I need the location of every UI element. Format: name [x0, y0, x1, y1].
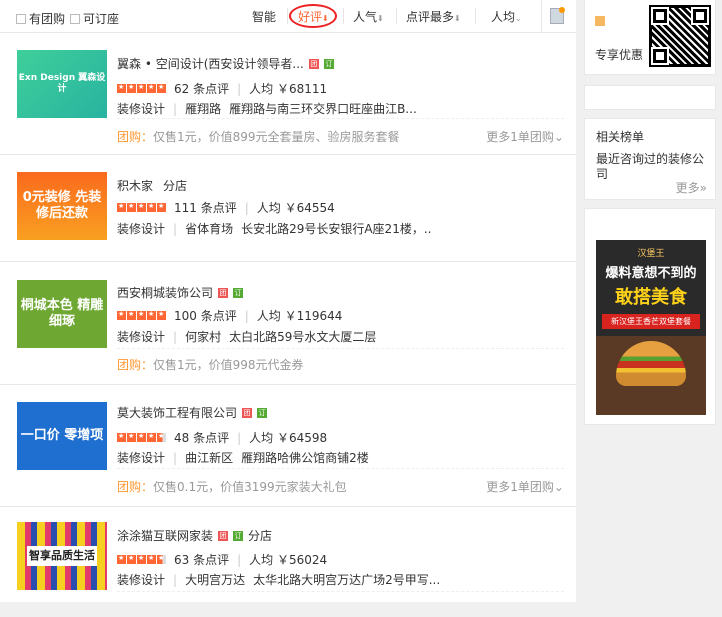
- divider: [343, 8, 344, 24]
- related-rankings-card: 相关榜单 最近咨询过的装修公司 更多»: [584, 118, 716, 200]
- star-rating: [117, 554, 166, 564]
- shop-address: 雁翔路哈佛公馆商铺2楼: [241, 451, 369, 465]
- shop-category[interactable]: 装修设计: [117, 449, 165, 466]
- star-rating: [117, 83, 166, 93]
- booking-badge-icon: 订: [233, 530, 244, 541]
- shop-address: 长安北路29号长安银行A座21楼，..: [241, 222, 432, 236]
- booking-badge-icon: 订: [257, 407, 268, 418]
- arrow-down-icon: ⬇: [377, 14, 384, 23]
- empty-card: [584, 85, 716, 110]
- divider: [287, 8, 288, 24]
- group-buy-badge-icon: 团: [218, 287, 229, 298]
- avg-price: 人均 ￥64598: [249, 431, 328, 445]
- map-icon[interactable]: [550, 7, 565, 24]
- sort-most-reviews[interactable]: 点评最多⬇: [406, 8, 461, 25]
- shop-category[interactable]: 装修设计: [117, 571, 165, 588]
- chevron-down-icon: ⌄: [515, 14, 522, 23]
- shop-item: 0元装修 先装修后还款 积木家分店 111 条点评|人均 ￥64554 装修设计…: [0, 155, 576, 262]
- shop-title[interactable]: 莫大装饰工程有限公司: [117, 404, 237, 421]
- more-deals-button[interactable]: 更多1单团购⌄: [486, 478, 564, 495]
- branch-link[interactable]: 分店: [248, 527, 272, 544]
- group-buy-checkbox[interactable]: 有团购: [16, 10, 65, 27]
- burger-image: [616, 341, 686, 386]
- arrow-down-icon: ⬇: [454, 14, 461, 23]
- more-deals-button[interactable]: 更多1单团购⌄: [486, 128, 564, 145]
- group-buy-badge-icon: 团: [242, 407, 253, 418]
- bookable-checkbox[interactable]: 可订座: [70, 10, 119, 27]
- shop-title[interactable]: 涂涂猫互联网家装: [117, 527, 213, 544]
- divider: [117, 118, 564, 119]
- shop-item: 桐城本色 精雕细琢 西安桐城装饰公司团订 100 条点评|人均 ￥119644 …: [0, 262, 576, 385]
- review-count[interactable]: 62 条点评: [174, 80, 229, 97]
- shop-thumbnail[interactable]: 智享品质生活: [17, 522, 107, 590]
- avg-price: 人均 ￥119644: [256, 309, 343, 323]
- shop-category[interactable]: 装修设计: [117, 328, 165, 345]
- star-rating: [117, 432, 166, 442]
- shop-thumbnail[interactable]: 桐城本色 精雕细琢: [17, 280, 107, 348]
- booking-badge-icon: 订: [323, 58, 334, 69]
- group-buy-badge-icon: 团: [308, 58, 319, 69]
- burger-king-ad[interactable]: 汉堡王 爆料意想不到的 敢搭美食 新汉堡王香芒双堡套餐: [596, 240, 706, 415]
- ranking-link[interactable]: 最近咨询过的装修公司: [596, 152, 711, 182]
- checkbox-icon: [70, 13, 80, 24]
- shop-title[interactable]: 西安桐城装饰公司: [117, 284, 213, 301]
- star-rating: [117, 202, 166, 212]
- shop-item: Exn Design 翼森设计 翼森 • 空间设计(西安设计领导者... 团订 6…: [0, 33, 576, 155]
- group-buy-badge-icon: 团: [218, 530, 229, 541]
- promo-icon: [595, 16, 605, 26]
- exclusive-offer-label: 专享优惠: [595, 48, 644, 62]
- avg-price: 人均 ￥56024: [249, 553, 328, 567]
- sort-popularity[interactable]: 人气⬇: [353, 8, 384, 25]
- shop-thumbnail[interactable]: Exn Design 翼森设计: [17, 50, 107, 118]
- shop-item: 一口价 零增项 莫大装饰工程有限公司团订 48 条点评|人均 ￥64598 装修…: [0, 385, 576, 507]
- review-count[interactable]: 48 条点评: [174, 429, 229, 446]
- booking-badge-icon: 订: [233, 287, 244, 298]
- divider: [117, 468, 564, 469]
- shop-area[interactable]: 省体育场: [185, 220, 233, 237]
- shop-area[interactable]: 曲江新区: [185, 449, 233, 466]
- more-link[interactable]: 更多»: [676, 179, 707, 196]
- shop-address: 太华北路大明宫万达广场2号甲写...: [253, 573, 441, 587]
- shop-address: 雁翔路与南三环交界口旺座曲江B...: [229, 102, 417, 116]
- shop-category[interactable]: 装修设计: [117, 220, 165, 237]
- app-promo-card: 专享优惠: [584, 0, 716, 75]
- shop-address: 太白北路59号水文大厦二层: [229, 330, 377, 344]
- sort-smart[interactable]: 智能: [252, 8, 276, 25]
- star-rating: [117, 310, 166, 320]
- checkbox-icon: [16, 13, 26, 24]
- divider: [396, 8, 397, 24]
- deal-link[interactable]: 团购：仅售0.1元，价值3199元家装大礼包: [117, 478, 347, 495]
- highlight-circle: [289, 4, 337, 28]
- review-count[interactable]: 100 条点评: [174, 307, 237, 324]
- related-rankings-title: 相关榜单: [596, 130, 645, 144]
- deal-link[interactable]: 团购：仅售1元，价值998元代金券: [117, 356, 304, 373]
- ad-card: 汉堡王 爆料意想不到的 敢搭美食 新汉堡王香芒双堡套餐: [584, 208, 716, 425]
- shop-area[interactable]: 雁翔路: [185, 100, 221, 117]
- review-count[interactable]: 63 条点评: [174, 551, 229, 568]
- divider: [541, 0, 542, 33]
- divider: [475, 8, 476, 24]
- qr-code: [649, 5, 711, 67]
- shop-area[interactable]: 大明宫万达: [185, 571, 245, 588]
- deal-link[interactable]: 团购：仅售1元，价值899元全套量房、验房服务套餐: [117, 128, 400, 145]
- review-count[interactable]: 111 条点评: [174, 199, 237, 216]
- shop-area[interactable]: 何家村: [185, 328, 221, 345]
- shop-thumbnail[interactable]: 一口价 零增项: [17, 402, 107, 470]
- shop-thumbnail[interactable]: 0元装修 先装修后还款: [17, 172, 107, 240]
- divider: [117, 591, 564, 592]
- shop-title[interactable]: 翼森 • 空间设计(西安设计领导者...: [117, 55, 304, 72]
- sort-avg-price[interactable]: 人均⌄: [491, 8, 522, 25]
- filter-sort-bar: 有团购 可订座 智能 好评⬇ 人气⬇ 点评最多⬇ 人均⌄: [0, 0, 576, 33]
- shop-list: 有团购 可订座 智能 好评⬇ 人气⬇ 点评最多⬇ 人均⌄ Exn Design …: [0, 0, 576, 602]
- avg-price: 人均 ￥64554: [256, 201, 335, 215]
- shop-item: 智享品质生活 涂涂猫互联网家装团订分店 63 条点评|人均 ￥56024 装修设…: [0, 507, 576, 617]
- branch-link[interactable]: 分店: [163, 177, 187, 194]
- shop-category[interactable]: 装修设计: [117, 100, 165, 117]
- avg-price: 人均 ￥68111: [249, 82, 328, 96]
- shop-title[interactable]: 积木家: [117, 177, 153, 194]
- divider: [117, 348, 564, 349]
